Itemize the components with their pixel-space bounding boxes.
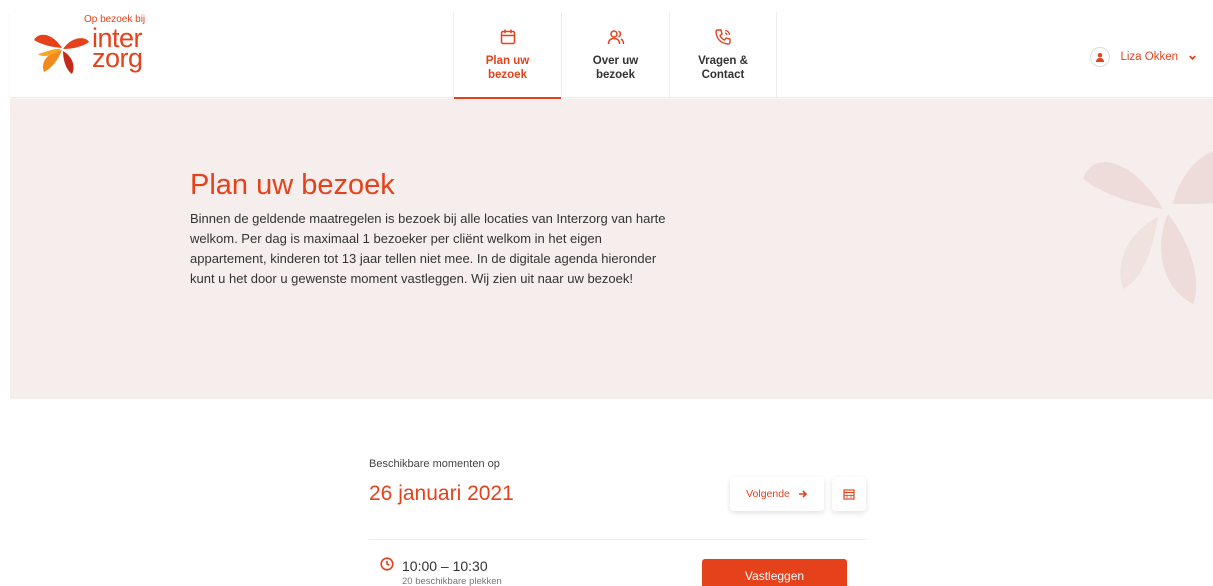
- availability-subtitle: Beschikbare momenten op: [369, 458, 500, 470]
- intro-text: Binnen de geldende maatregelen is bezoek…: [190, 211, 666, 286]
- flower-logo-icon: [34, 34, 89, 74]
- slot-time: 10:00 – 10:30: [402, 558, 488, 574]
- top-header: Op bezoek bij inter zorg Plan uw bezoek: [10, 12, 1213, 99]
- next-day-button[interactable]: Volgende: [730, 477, 824, 511]
- divider: [369, 539, 866, 540]
- main-nav: Plan uw bezoek Over uw bezoek Vragen & C…: [453, 12, 777, 99]
- clock-icon: [380, 557, 394, 571]
- calendar-icon: [500, 29, 515, 45]
- user-name: Liza Okken: [1120, 51, 1178, 63]
- page-title: Plan uw bezoek: [190, 169, 395, 201]
- nav-label: Over uw bezoek: [592, 55, 639, 81]
- nav-plan-uw-bezoek[interactable]: Plan uw bezoek: [453, 12, 561, 99]
- arrow-right-icon: [798, 490, 808, 498]
- chevron-down-icon: [1189, 55, 1196, 60]
- nav-over-uw-bezoek[interactable]: Over uw bezoek: [561, 12, 669, 98]
- open-calendar-button[interactable]: [832, 477, 866, 511]
- selected-date: 26 januari 2021: [369, 482, 514, 505]
- hero-section: Plan uw bezoek Binnen de geldende maatre…: [10, 99, 1213, 399]
- user-icon: [1090, 47, 1111, 67]
- vastleggen-button[interactable]: Vastleggen: [702, 559, 847, 586]
- slot-available-places: 20 beschikbare plekken: [402, 576, 502, 586]
- phone-icon: [715, 29, 731, 45]
- flower-watermark-icon: [1083, 151, 1213, 304]
- nav-label: Plan uw bezoek: [485, 55, 530, 81]
- nav-vragen-contact[interactable]: Vragen & Contact: [669, 12, 777, 98]
- next-day-label: Volgende: [746, 488, 790, 500]
- interzorg-logo[interactable]: Op bezoek bij inter zorg: [32, 12, 172, 92]
- users-icon: [607, 30, 624, 45]
- calendar-icon: [843, 489, 855, 500]
- nav-label: Vragen & Contact: [698, 55, 748, 81]
- user-menu[interactable]: Liza Okken: [1090, 47, 1197, 67]
- logo-word-zorg: zorg: [92, 43, 143, 73]
